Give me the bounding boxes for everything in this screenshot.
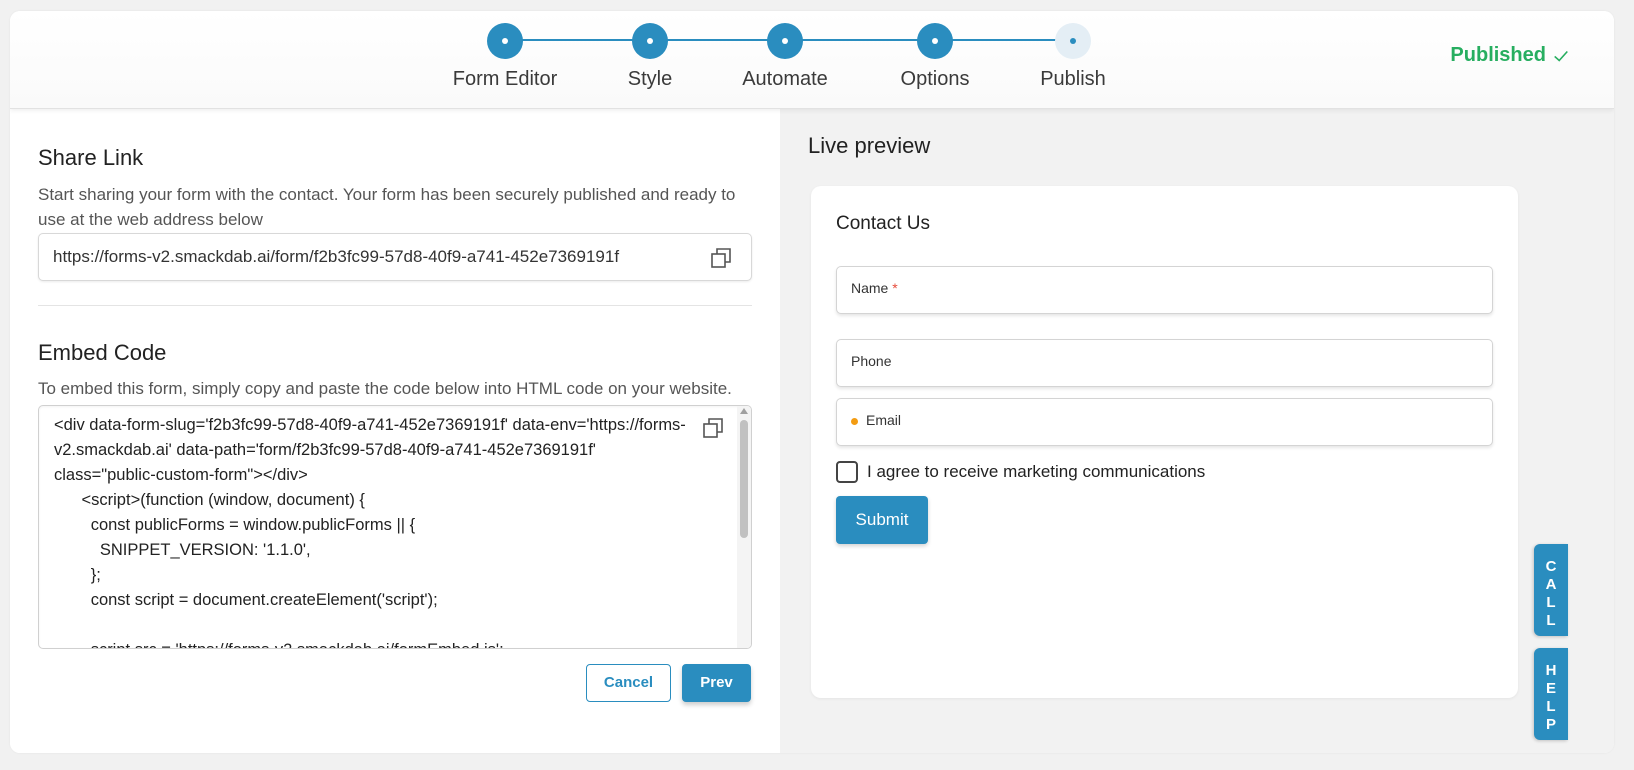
embed-code-textarea[interactable]: <div data-form-slug='f2b3fc99-57d8-40f9-… <box>38 405 752 649</box>
stepper: Form Editor Style Automate Options Publi… <box>10 11 1614 109</box>
step-circle <box>1055 23 1091 59</box>
copy-icon[interactable] <box>701 416 725 440</box>
form-title: Contact Us <box>836 213 930 234</box>
check-icon <box>1554 50 1568 62</box>
step-label: Options <box>900 68 970 90</box>
left-panel: Share Link Start sharing your form with … <box>10 109 780 753</box>
step-circle <box>917 23 953 59</box>
live-preview-title: Live preview <box>808 133 931 158</box>
divider <box>38 305 752 306</box>
step-options[interactable]: Options <box>855 11 1015 109</box>
share-link-title: Share Link <box>38 145 144 170</box>
embed-code-title: Embed Code <box>38 340 167 365</box>
step-label: Automate <box>742 68 828 90</box>
call-tab[interactable]: CALL <box>1534 544 1568 636</box>
required-marker: * <box>892 280 898 296</box>
step-circle <box>767 23 803 59</box>
phone-field[interactable]: Phone <box>836 339 1493 387</box>
name-field-label: Name * <box>851 280 898 296</box>
step-label: Publish <box>1040 68 1106 90</box>
email-field[interactable]: Email <box>836 398 1493 446</box>
step-automate[interactable]: Automate <box>705 11 865 109</box>
step-publish[interactable]: Publish <box>993 11 1153 109</box>
name-field[interactable]: Name * <box>836 266 1493 314</box>
scrollbar-thumb[interactable] <box>740 420 748 538</box>
email-field-label: Email <box>851 412 901 428</box>
share-link-field[interactable]: https://forms-v2.smackdab.ai/form/f2b3fc… <box>38 233 752 281</box>
right-panel: Live preview Contact Us Name * Phone Ema… <box>780 109 1614 753</box>
embed-code-text[interactable]: <div data-form-slug='f2b3fc99-57d8-40f9-… <box>54 413 694 648</box>
marketing-checkbox[interactable] <box>836 461 858 483</box>
step-label: Form Editor <box>452 68 558 90</box>
submit-button[interactable]: Submit <box>836 496 928 544</box>
warning-dot-icon <box>851 417 858 425</box>
phone-field-label: Phone <box>851 353 892 369</box>
step-circle <box>632 23 668 59</box>
cancel-button[interactable]: Cancel <box>586 664 671 702</box>
call-tab-label: CALL <box>1542 558 1560 630</box>
preview-form-card: Contact Us Name * Phone Email I agree to… <box>811 186 1518 698</box>
published-label: Published <box>1450 44 1546 66</box>
top-bar: Form Editor Style Automate Options Publi… <box>10 11 1614 109</box>
code-scrollbar[interactable] <box>737 406 751 648</box>
share-link-description: Start sharing your form with the contact… <box>38 185 736 229</box>
step-circle <box>487 23 523 59</box>
embed-code-description: To embed this form, simply copy and past… <box>38 379 732 398</box>
marketing-checkbox-label: I agree to receive marketing communicati… <box>867 462 1206 481</box>
prev-button[interactable]: Prev <box>682 664 751 702</box>
copy-icon[interactable] <box>709 246 733 270</box>
share-link-url[interactable]: https://forms-v2.smackdab.ai/form/f2b3fc… <box>53 247 619 267</box>
help-tab[interactable]: HELP <box>1534 648 1568 740</box>
marketing-consent[interactable]: I agree to receive marketing communicati… <box>836 461 1205 483</box>
step-form-editor[interactable]: Form Editor <box>425 11 585 109</box>
main-card: Form Editor Style Automate Options Publi… <box>10 11 1614 753</box>
published-status: Published <box>1450 44 1570 67</box>
help-tab-label: HELP <box>1542 662 1560 734</box>
scroll-up-icon[interactable] <box>740 408 748 414</box>
